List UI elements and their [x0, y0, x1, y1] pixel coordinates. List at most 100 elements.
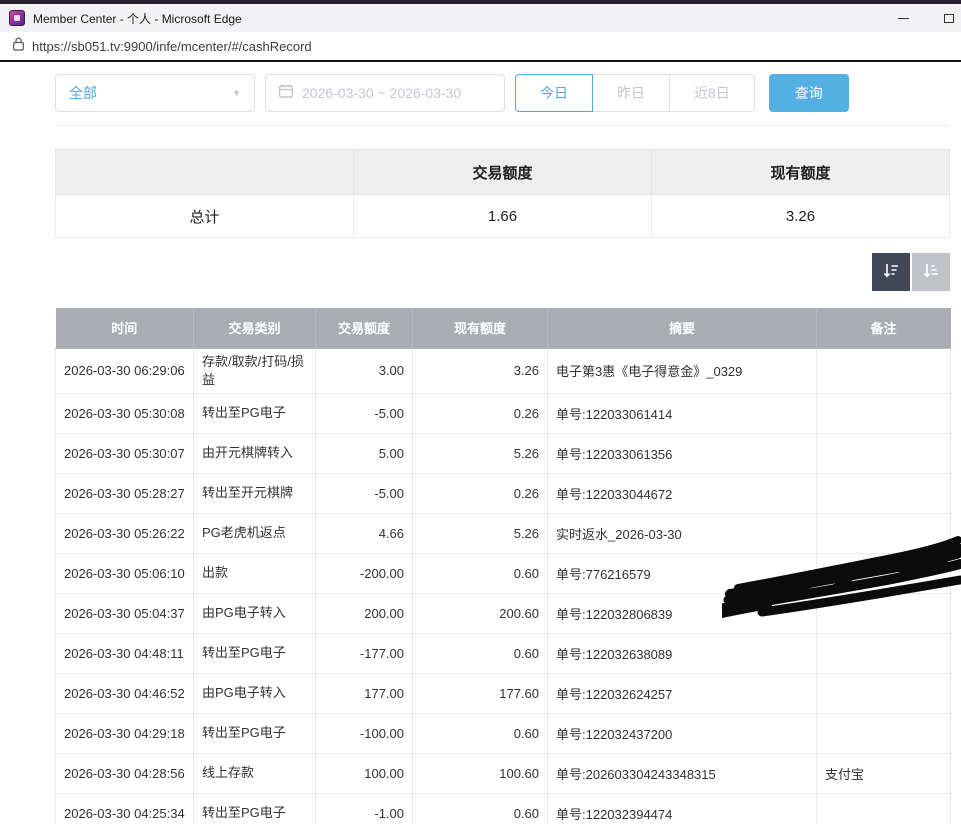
cell-time: 2026-03-30 04:48:11 [56, 633, 194, 673]
cell-summary: 单号:122032394474 [548, 793, 817, 824]
browser-window: Member Center - 个人 - Microsoft Edge http… [0, 0, 961, 824]
cell-time: 2026-03-30 04:28:56 [56, 753, 194, 793]
today-button[interactable]: 今日 [515, 74, 593, 112]
sort-asc-button[interactable] [912, 253, 950, 291]
date-range-input[interactable]: 2026-03-30 ~ 2026-03-30 [265, 74, 505, 112]
summary-header-balance: 现有额度 [652, 150, 950, 195]
site-info-lock-icon[interactable] [13, 37, 24, 56]
date-range-value: 2026-03-30 ~ 2026-03-30 [302, 85, 461, 101]
maximize-button[interactable] [926, 4, 961, 32]
minimize-button[interactable] [881, 4, 926, 32]
table-row: 2026-03-30 05:06:10 出款 -200.00 0.60 单号:7… [56, 553, 951, 593]
filter-bar: 全部 ▼ 2026-03-30 ~ 2026-03-30 今日 昨日 近8日 查… [55, 74, 950, 112]
title-bar[interactable]: Member Center - 个人 - Microsoft Edge [0, 4, 961, 32]
cell-balance: 3.26 [413, 348, 548, 393]
sort-desc-button[interactable] [872, 253, 910, 291]
cell-note: 支付宝 [817, 753, 951, 793]
table-row: 2026-03-30 05:04:37 由PG电子转入 200.00 200.6… [56, 593, 951, 633]
cell-note [817, 673, 951, 713]
cell-balance: 0.60 [413, 553, 548, 593]
category-select-value: 全部 [69, 83, 97, 103]
cell-summary: 单号:122032638089 [548, 633, 817, 673]
cell-type: 存款/取款/打码/损益 [194, 348, 316, 393]
cell-time: 2026-03-30 05:04:37 [56, 593, 194, 633]
table-row: 2026-03-30 04:25:34 转出至PG电子 -1.00 0.60 单… [56, 793, 951, 824]
cell-summary: 实时返水_2026-03-30 [548, 513, 817, 553]
section-divider [55, 125, 950, 126]
cell-time: 2026-03-30 06:29:06 [56, 348, 194, 393]
table-row: 2026-03-30 05:30:08 转出至PG电子 -5.00 0.26 单… [56, 393, 951, 433]
table-row: 2026-03-30 05:26:22 PG老虎机返点 4.66 5.26 实时… [56, 513, 951, 553]
url-text[interactable]: https://sb051.tv:9900/infe/mcenter/#/cas… [32, 39, 312, 54]
summary-transaction-total: 1.66 [354, 195, 652, 238]
summary-header-blank [56, 150, 354, 195]
quick-range-group: 今日 昨日 近8日 [515, 74, 755, 112]
cash-record-page: 全部 ▼ 2026-03-30 ~ 2026-03-30 今日 昨日 近8日 查… [0, 62, 950, 824]
category-select[interactable]: 全部 ▼ [55, 74, 255, 112]
cell-note [817, 793, 951, 824]
table-row: 2026-03-30 04:28:56 线上存款 100.00 100.60 单… [56, 753, 951, 793]
window-controls [881, 4, 961, 32]
cell-amount: 200.00 [316, 593, 413, 633]
cell-amount: -100.00 [316, 713, 413, 753]
cell-summary: 单号:776216579 [548, 553, 817, 593]
table-row: 2026-03-30 06:29:06 存款/取款/打码/损益 3.00 3.2… [56, 348, 951, 393]
header-time: 时间 [56, 308, 194, 348]
cell-note [817, 553, 951, 593]
cell-summary: 单号:122032437200 [548, 713, 817, 753]
cell-balance: 200.60 [413, 593, 548, 633]
cell-note [817, 393, 951, 433]
cell-balance: 5.26 [413, 513, 548, 553]
sort-amount-desc-icon [881, 261, 901, 284]
cell-amount: 4.66 [316, 513, 413, 553]
cell-summary: 单号:122032806839 [548, 593, 817, 633]
cell-note [817, 513, 951, 553]
maximize-icon [944, 14, 954, 23]
records-header-row: 时间 交易类别 交易额度 现有额度 摘要 备注 [56, 308, 951, 348]
last8days-button[interactable]: 近8日 [669, 74, 755, 112]
cell-type: 由PG电子转入 [194, 673, 316, 713]
table-row: 2026-03-30 04:29:18 转出至PG电子 -100.00 0.60… [56, 713, 951, 753]
cell-time: 2026-03-30 05:06:10 [56, 553, 194, 593]
cell-balance: 0.60 [413, 793, 548, 824]
cell-time: 2026-03-30 05:26:22 [56, 513, 194, 553]
summary-total-label: 总计 [56, 195, 354, 238]
cell-type: 转出至PG电子 [194, 633, 316, 673]
cell-time: 2026-03-30 04:25:34 [56, 793, 194, 824]
cell-summary: 电子第3惠《电子得意金》_0329 [548, 348, 817, 393]
cell-note [817, 593, 951, 633]
table-row: 2026-03-30 05:30:07 由开元棋牌转入 5.00 5.26 单号… [56, 433, 951, 473]
cell-amount: 5.00 [316, 433, 413, 473]
cell-summary: 单号:122033061414 [548, 393, 817, 433]
cell-type: 转出至PG电子 [194, 793, 316, 824]
cell-note [817, 713, 951, 753]
query-button[interactable]: 查询 [769, 74, 849, 112]
cell-time: 2026-03-30 05:28:27 [56, 473, 194, 513]
summary-header-row: 交易额度 现有额度 [56, 150, 950, 195]
cell-type: 转出至PG电子 [194, 393, 316, 433]
sort-amount-asc-icon [921, 261, 941, 284]
summary-header-transaction: 交易额度 [354, 150, 652, 195]
cell-amount: -177.00 [316, 633, 413, 673]
cell-summary: 单号:122033061356 [548, 433, 817, 473]
cell-type: PG老虎机返点 [194, 513, 316, 553]
header-summary: 摘要 [548, 308, 817, 348]
header-type: 交易类别 [194, 308, 316, 348]
cell-amount: -5.00 [316, 393, 413, 433]
cell-amount: 3.00 [316, 348, 413, 393]
cell-time: 2026-03-30 05:30:07 [56, 433, 194, 473]
cell-balance: 100.60 [413, 753, 548, 793]
cell-note [817, 348, 951, 393]
table-row: 2026-03-30 04:46:52 由PG电子转入 177.00 177.6… [56, 673, 951, 713]
app-icon [9, 10, 25, 26]
cell-type: 线上存款 [194, 753, 316, 793]
yesterday-button[interactable]: 昨日 [592, 74, 670, 112]
cell-summary: 单号:122033044672 [548, 473, 817, 513]
records-table: 时间 交易类别 交易额度 现有额度 摘要 备注 2026-03-30 06:29… [55, 308, 951, 824]
cell-type: 转出至PG电子 [194, 713, 316, 753]
sort-controls [55, 253, 950, 291]
address-bar[interactable]: https://sb051.tv:9900/infe/mcenter/#/cas… [0, 32, 961, 60]
cell-balance: 0.60 [413, 633, 548, 673]
cell-type: 转出至开元棋牌 [194, 473, 316, 513]
cell-balance: 0.26 [413, 393, 548, 433]
